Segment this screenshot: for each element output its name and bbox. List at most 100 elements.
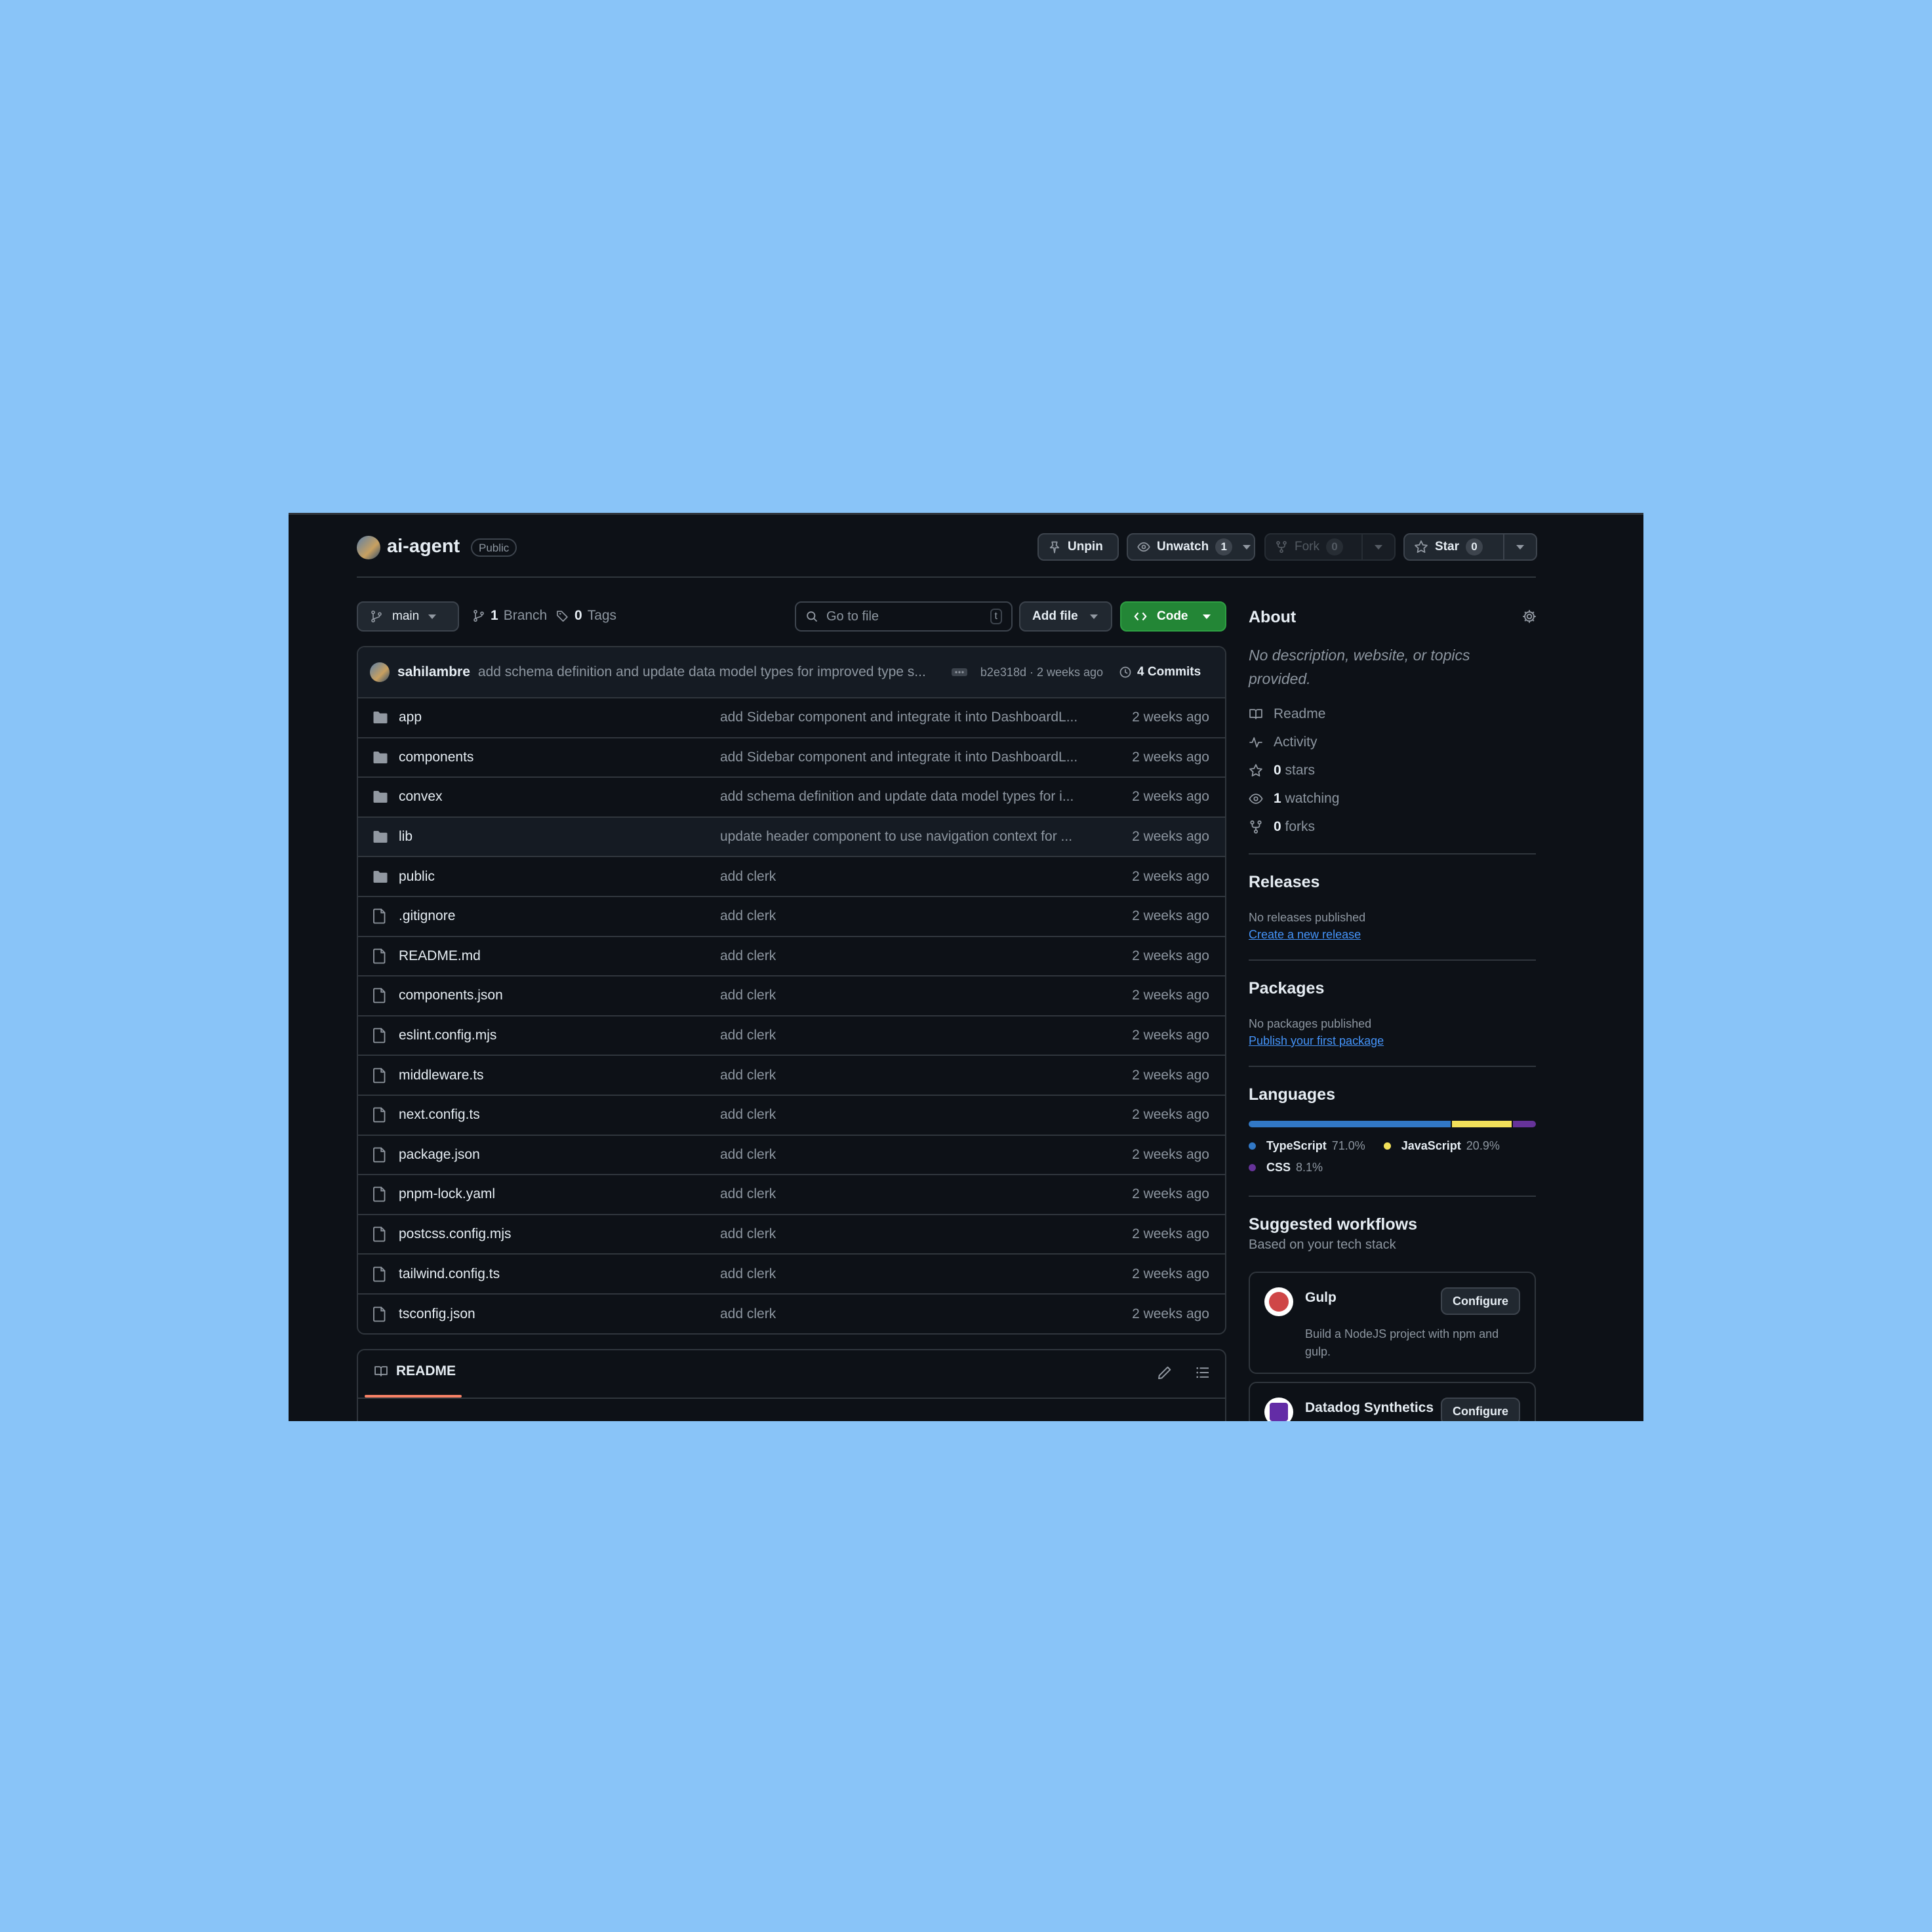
language-item[interactable]: CSS 8.1%	[1249, 1161, 1323, 1175]
file-name[interactable]: postcss.config.mjs	[399, 1226, 512, 1242]
file-row[interactable]: tailwind.config.ts add clerk 2 weeks ago	[358, 1255, 1225, 1295]
readme-divider	[358, 1398, 1225, 1399]
star-button[interactable]: Star 0	[1403, 533, 1537, 561]
watching-link[interactable]: 1 watching	[1249, 791, 1339, 807]
configure-button[interactable]: Configure	[1441, 1287, 1520, 1315]
configure-button[interactable]: Configure	[1441, 1398, 1520, 1421]
eye-icon	[1249, 794, 1263, 804]
readme-link[interactable]: Readme	[1249, 706, 1325, 722]
branch-select[interactable]: main	[357, 601, 459, 632]
file-row[interactable]: components.json add clerk 2 weeks ago	[358, 976, 1225, 1016]
file-name[interactable]: next.config.ts	[399, 1107, 480, 1123]
commits-link[interactable]: 4 Commits	[1119, 665, 1201, 679]
file-name[interactable]: pnpm-lock.yaml	[399, 1186, 495, 1202]
commit-author[interactable]: sahilambre	[397, 664, 470, 680]
activity-link-label: Activity	[1274, 735, 1318, 750]
outline-list-icon[interactable]	[1195, 1365, 1211, 1380]
ellipsis-expand-icon[interactable]	[951, 668, 967, 676]
fork-button[interactable]: Fork 0	[1264, 533, 1396, 561]
file-row[interactable]: convex add schema definition and update d…	[358, 778, 1225, 818]
releases-heading[interactable]: Releases	[1249, 873, 1319, 892]
commit-message[interactable]: add schema definition and update data mo…	[478, 664, 941, 680]
chevron-down-icon[interactable]	[1375, 544, 1382, 550]
file-commit-message[interactable]: add clerk	[720, 1068, 1087, 1083]
language-item[interactable]: JavaScript 20.9%	[1383, 1139, 1500, 1153]
activity-link[interactable]: Activity	[1249, 735, 1318, 750]
unwatch-button[interactable]: Unwatch 1	[1127, 533, 1255, 561]
create-release-link[interactable]: Create a new release	[1249, 928, 1361, 942]
packages-heading[interactable]: Packages	[1249, 979, 1324, 998]
file-commit-message[interactable]: add clerk	[720, 1186, 1087, 1202]
pencil-icon[interactable]	[1157, 1365, 1173, 1380]
file-row[interactable]: eslint.config.mjs add clerk 2 weeks ago	[358, 1016, 1225, 1057]
file-commit-message[interactable]: add clerk	[720, 988, 1087, 1003]
file-name[interactable]: app	[399, 710, 422, 725]
file-icon	[372, 1266, 387, 1282]
file-row[interactable]: middleware.ts add clerk 2 weeks ago	[358, 1056, 1225, 1096]
file-commit-message[interactable]: add clerk	[720, 869, 1087, 885]
file-commit-message[interactable]: add clerk	[720, 1266, 1087, 1282]
file-name[interactable]: public	[399, 869, 435, 885]
file-row[interactable]: lib update header component to use naviga…	[358, 817, 1225, 858]
file-name[interactable]: components	[399, 750, 473, 765]
unpin-button[interactable]: Unpin	[1037, 533, 1119, 561]
tags-link[interactable]: 0 Tags	[556, 608, 616, 624]
stars-link[interactable]: 0 stars	[1249, 763, 1315, 778]
file-name[interactable]: package.json	[399, 1147, 480, 1163]
gear-icon[interactable]	[1521, 609, 1537, 624]
file-commit-message[interactable]: add clerk	[720, 908, 1087, 924]
code-button[interactable]: Code	[1120, 601, 1226, 632]
commit-hash-time[interactable]: b2e318d · 2 weeks ago	[980, 666, 1103, 679]
tag-label: Tags	[587, 608, 617, 623]
language-item[interactable]: TypeScript 71.0%	[1249, 1139, 1365, 1153]
go-to-file-input[interactable]: Go to file t	[795, 601, 1013, 632]
file-commit-message[interactable]: add clerk	[720, 1107, 1087, 1123]
readme-tab[interactable]: README	[374, 1363, 456, 1379]
star-counter: 0	[1465, 538, 1483, 555]
file-name[interactable]: lib	[399, 829, 413, 845]
publish-package-link[interactable]: Publish your first package	[1249, 1034, 1384, 1048]
file-commit-message[interactable]: add schema definition and update data mo…	[720, 789, 1087, 805]
language-percent: 20.9%	[1466, 1139, 1500, 1152]
branches-link[interactable]: 1 Branch	[472, 608, 547, 624]
file-name[interactable]: components.json	[399, 988, 503, 1003]
file-commit-message[interactable]: add clerk	[720, 1226, 1087, 1242]
chevron-down-icon[interactable]	[1516, 544, 1524, 550]
file-row[interactable]: postcss.config.mjs add clerk 2 weeks ago	[358, 1215, 1225, 1255]
file-row[interactable]: .gitignore add clerk 2 weeks ago	[358, 897, 1225, 937]
repo-name[interactable]: ai-agent	[387, 536, 460, 557]
add-file-button[interactable]: Add file	[1019, 601, 1112, 632]
file-row[interactable]: app add Sidebar component and integrate i…	[358, 698, 1225, 738]
file-name[interactable]: middleware.ts	[399, 1068, 484, 1083]
file-name[interactable]: tsconfig.json	[399, 1306, 475, 1322]
file-commit-message[interactable]: add clerk	[720, 948, 1087, 964]
file-commit-message[interactable]: add clerk	[720, 1147, 1087, 1163]
forks-link[interactable]: 0 forks	[1249, 819, 1315, 835]
file-commit-message[interactable]: add Sidebar component and integrate it i…	[720, 710, 1087, 725]
file-commit-message[interactable]: update header component to use navigatio…	[720, 829, 1087, 845]
file-row[interactable]: pnpm-lock.yaml add clerk 2 weeks ago	[358, 1175, 1225, 1215]
file-name[interactable]: eslint.config.mjs	[399, 1028, 496, 1043]
language-bar-segment[interactable]	[1452, 1121, 1512, 1127]
file-row[interactable]: package.json add clerk 2 weeks ago	[358, 1136, 1225, 1176]
sidebar-divider	[1249, 1196, 1536, 1197]
language-bar-segment[interactable]	[1512, 1121, 1536, 1127]
file-commit-message[interactable]: add clerk	[720, 1306, 1087, 1322]
repo-avatar[interactable]	[357, 536, 380, 559]
fork-icon	[1250, 820, 1262, 834]
file-name[interactable]: convex	[399, 789, 443, 805]
file-commit-time: 2 weeks ago	[1132, 710, 1209, 725]
file-row[interactable]: tsconfig.json add clerk 2 weeks ago	[358, 1295, 1225, 1333]
author-avatar[interactable]	[370, 662, 390, 682]
file-commit-message[interactable]: add clerk	[720, 1028, 1087, 1043]
file-row[interactable]: public add clerk 2 weeks ago	[358, 857, 1225, 897]
file-name[interactable]: README.md	[399, 948, 481, 964]
language-bar-segment[interactable]	[1249, 1121, 1451, 1127]
file-row[interactable]: next.config.ts add clerk 2 weeks ago	[358, 1096, 1225, 1136]
file-row[interactable]: README.md add clerk 2 weeks ago	[358, 937, 1225, 977]
file-commit-message[interactable]: add Sidebar component and integrate it i…	[720, 750, 1087, 765]
file-commit-time: 2 weeks ago	[1132, 908, 1209, 924]
file-name[interactable]: .gitignore	[399, 908, 455, 924]
file-name[interactable]: tailwind.config.ts	[399, 1266, 500, 1282]
file-row[interactable]: components add Sidebar component and inte…	[358, 738, 1225, 778]
